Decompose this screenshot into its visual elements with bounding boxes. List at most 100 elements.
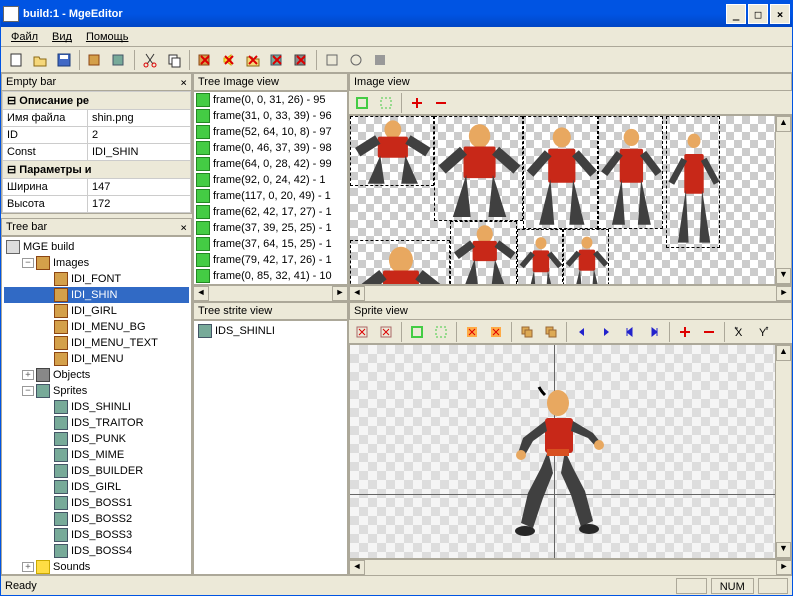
del-folder-button[interactable] — [242, 49, 264, 71]
tool-a-button[interactable] — [321, 49, 343, 71]
tree-sounds-folder[interactable]: +Sounds — [4, 559, 189, 575]
tree-image-item[interactable]: IDI_MENU — [4, 351, 189, 367]
copy-button[interactable] — [163, 49, 185, 71]
sprite-tree[interactable]: IDS_SHINLI — [193, 320, 348, 575]
prop-const-value[interactable]: IDI_SHIN — [88, 144, 191, 161]
del-image-button[interactable] — [194, 49, 216, 71]
sv-first[interactable] — [619, 321, 641, 343]
frame-item[interactable]: frame(37, 64, 15, 25) - 1 — [194, 236, 347, 252]
prop-width-value[interactable]: 147 — [88, 179, 191, 196]
sv-next[interactable] — [595, 321, 617, 343]
iv-remove-button[interactable] — [430, 92, 452, 114]
sprite-sheet-frame[interactable] — [598, 116, 663, 229]
tool-c-button[interactable] — [369, 49, 391, 71]
maximize-button[interactable]: □ — [748, 4, 768, 24]
sv-add[interactable] — [674, 321, 696, 343]
sprite-sheet-frame[interactable] — [517, 229, 563, 285]
close-button[interactable]: × — [770, 4, 790, 24]
new-button[interactable] — [5, 49, 27, 71]
tree-image-item[interactable]: IDI_GIRL — [4, 303, 189, 319]
sv-remove[interactable] — [698, 321, 720, 343]
sv-flip-y[interactable]: Y — [753, 321, 775, 343]
del-sprite-button[interactable] — [266, 49, 288, 71]
save-button[interactable] — [53, 49, 75, 71]
sprite-vscroll[interactable]: ▲▼ — [775, 345, 791, 558]
sprite-sheet-frame[interactable] — [450, 221, 518, 285]
minimize-button[interactable]: _ — [726, 4, 746, 24]
tree-objects-folder[interactable]: +Objects — [4, 367, 189, 383]
tree-sprite-item[interactable]: IDS_BOSS1 — [4, 495, 189, 511]
sprite-sheet-frame[interactable] — [350, 240, 450, 285]
frame-item[interactable]: frame(31, 0, 33, 39) - 96 — [194, 108, 347, 124]
tree-image-item[interactable]: IDI_SHIN — [4, 287, 189, 303]
tree-sprite-item[interactable]: IDS_GIRL — [4, 479, 189, 495]
tree-image-item[interactable]: IDI_MENU_TEXT — [4, 335, 189, 351]
prop-filename-value[interactable]: shin.png — [88, 110, 191, 127]
tree-root[interactable]: MGE build — [4, 239, 189, 255]
tree-sprite-item[interactable]: IDS_SHINLI — [4, 399, 189, 415]
sprite-sheet-frame[interactable] — [523, 116, 599, 229]
sv-last[interactable] — [643, 321, 665, 343]
sv-copy-b[interactable] — [540, 321, 562, 343]
tree-images-folder[interactable]: −Images — [4, 255, 189, 271]
tree-sprite-item[interactable]: IDS_BOSS3 — [4, 527, 189, 543]
sv-del-a[interactable] — [461, 321, 483, 343]
add-sprite-button[interactable] — [108, 49, 130, 71]
frame-item[interactable]: frame(0, 0, 31, 26) - 95 — [194, 92, 347, 108]
sprite-sheet-frame[interactable] — [350, 116, 434, 186]
empty-bar-close[interactable]: × — [180, 76, 187, 89]
menu-view[interactable]: Вид — [46, 29, 78, 45]
frame-item[interactable]: frame(0, 85, 32, 41) - 10 — [194, 268, 347, 284]
tree-sprites-folder[interactable]: −Sprites — [4, 383, 189, 399]
tool-b-button[interactable] — [345, 49, 367, 71]
tree-sprite-item[interactable]: IDS_PUNK — [4, 431, 189, 447]
sv-del-b[interactable] — [485, 321, 507, 343]
sprite-hscroll[interactable]: ◄► — [349, 559, 792, 575]
sv-prev[interactable] — [571, 321, 593, 343]
project-tree[interactable]: MGE build −Images IDI_FONTIDI_SHINIDI_GI… — [1, 236, 192, 575]
sprite-sheet-frame[interactable] — [666, 116, 720, 248]
sv-btn-b[interactable] — [375, 321, 397, 343]
tree-image-item[interactable]: IDI_FONT — [4, 271, 189, 287]
frame-list-hscroll[interactable]: ◄► — [193, 285, 348, 301]
tree-sprite-item[interactable]: IDS_BOSS2 — [4, 511, 189, 527]
frame-item[interactable]: frame(62, 42, 17, 27) - 1 — [194, 204, 347, 220]
frame-item[interactable]: frame(37, 39, 25, 25) - 1 — [194, 220, 347, 236]
tree-sprite-item[interactable]: IDS_BUILDER — [4, 463, 189, 479]
frame-item[interactable]: frame(0, 46, 37, 39) - 98 — [194, 140, 347, 156]
frame-list[interactable]: frame(0, 0, 31, 26) - 95frame(31, 0, 33,… — [193, 91, 348, 285]
add-image-button[interactable] — [84, 49, 106, 71]
frame-item[interactable]: frame(117, 0, 20, 49) - 1 — [194, 188, 347, 204]
tree-bar-close[interactable]: × — [180, 221, 187, 234]
cut-button[interactable] — [139, 49, 161, 71]
iv-select-button[interactable] — [351, 92, 373, 114]
frame-item[interactable]: frame(92, 0, 24, 42) - 1 — [194, 172, 347, 188]
frame-item[interactable]: frame(79, 42, 17, 26) - 1 — [194, 252, 347, 268]
image-vscroll[interactable]: ▲▼ — [775, 116, 791, 284]
sv-flip-x[interactable]: X — [729, 321, 751, 343]
sv-crop[interactable] — [430, 321, 452, 343]
sv-copy-a[interactable] — [516, 321, 538, 343]
image-hscroll[interactable]: ◄► — [349, 285, 792, 301]
sprite-canvas[interactable]: ▲▼ — [349, 344, 792, 559]
prop-id-value[interactable]: 2 — [88, 127, 191, 144]
tree-sprite-item[interactable]: IDS_TRAITOR — [4, 415, 189, 431]
sprite-tree-item[interactable]: IDS_SHINLI — [196, 323, 345, 339]
tree-sprite-item[interactable]: IDS_BOSS4 — [4, 543, 189, 559]
iv-add-button[interactable] — [406, 92, 428, 114]
menu-file[interactable]: Файл — [5, 29, 44, 45]
sprite-sheet-frame[interactable] — [563, 229, 609, 285]
sprite-sheet-frame[interactable] — [434, 116, 523, 221]
frame-item[interactable]: frame(64, 0, 28, 42) - 99 — [194, 156, 347, 172]
sv-select[interactable] — [406, 321, 428, 343]
iv-crop-button[interactable] — [375, 92, 397, 114]
prop-height-value[interactable]: 172 — [88, 196, 191, 213]
sv-btn-a[interactable] — [351, 321, 373, 343]
open-button[interactable] — [29, 49, 51, 71]
del-obj-button[interactable] — [290, 49, 312, 71]
frame-item[interactable]: frame(52, 64, 10, 8) - 97 — [194, 124, 347, 140]
image-canvas[interactable]: ▲▼ — [349, 115, 792, 285]
tree-sprite-item[interactable]: IDS_MIME — [4, 447, 189, 463]
tree-image-item[interactable]: IDI_MENU_BG — [4, 319, 189, 335]
menu-help[interactable]: Помощь — [80, 29, 135, 45]
